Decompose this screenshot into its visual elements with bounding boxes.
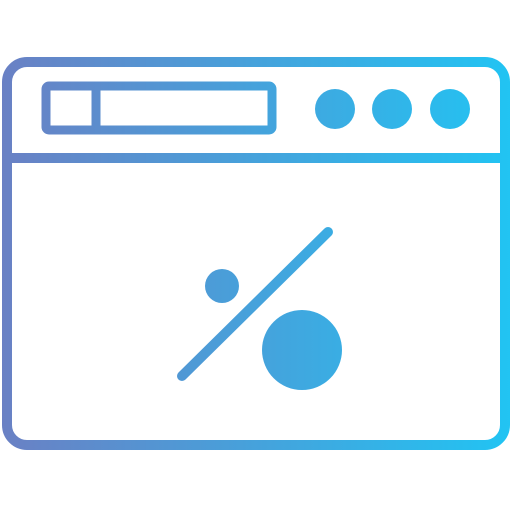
- window-control-dot-1: [315, 89, 355, 129]
- browser-window-percent-discount-icon: [2, 57, 510, 450]
- percent-small-dot: [205, 269, 239, 303]
- address-bar: [41, 81, 277, 135]
- window-control-dot-2: [372, 89, 412, 129]
- window-control-dot-3: [430, 89, 470, 129]
- browser-discount-icon-canvas: [0, 0, 512, 512]
- percent-large-dot: [262, 310, 342, 390]
- browser-window-frame: [2, 57, 510, 450]
